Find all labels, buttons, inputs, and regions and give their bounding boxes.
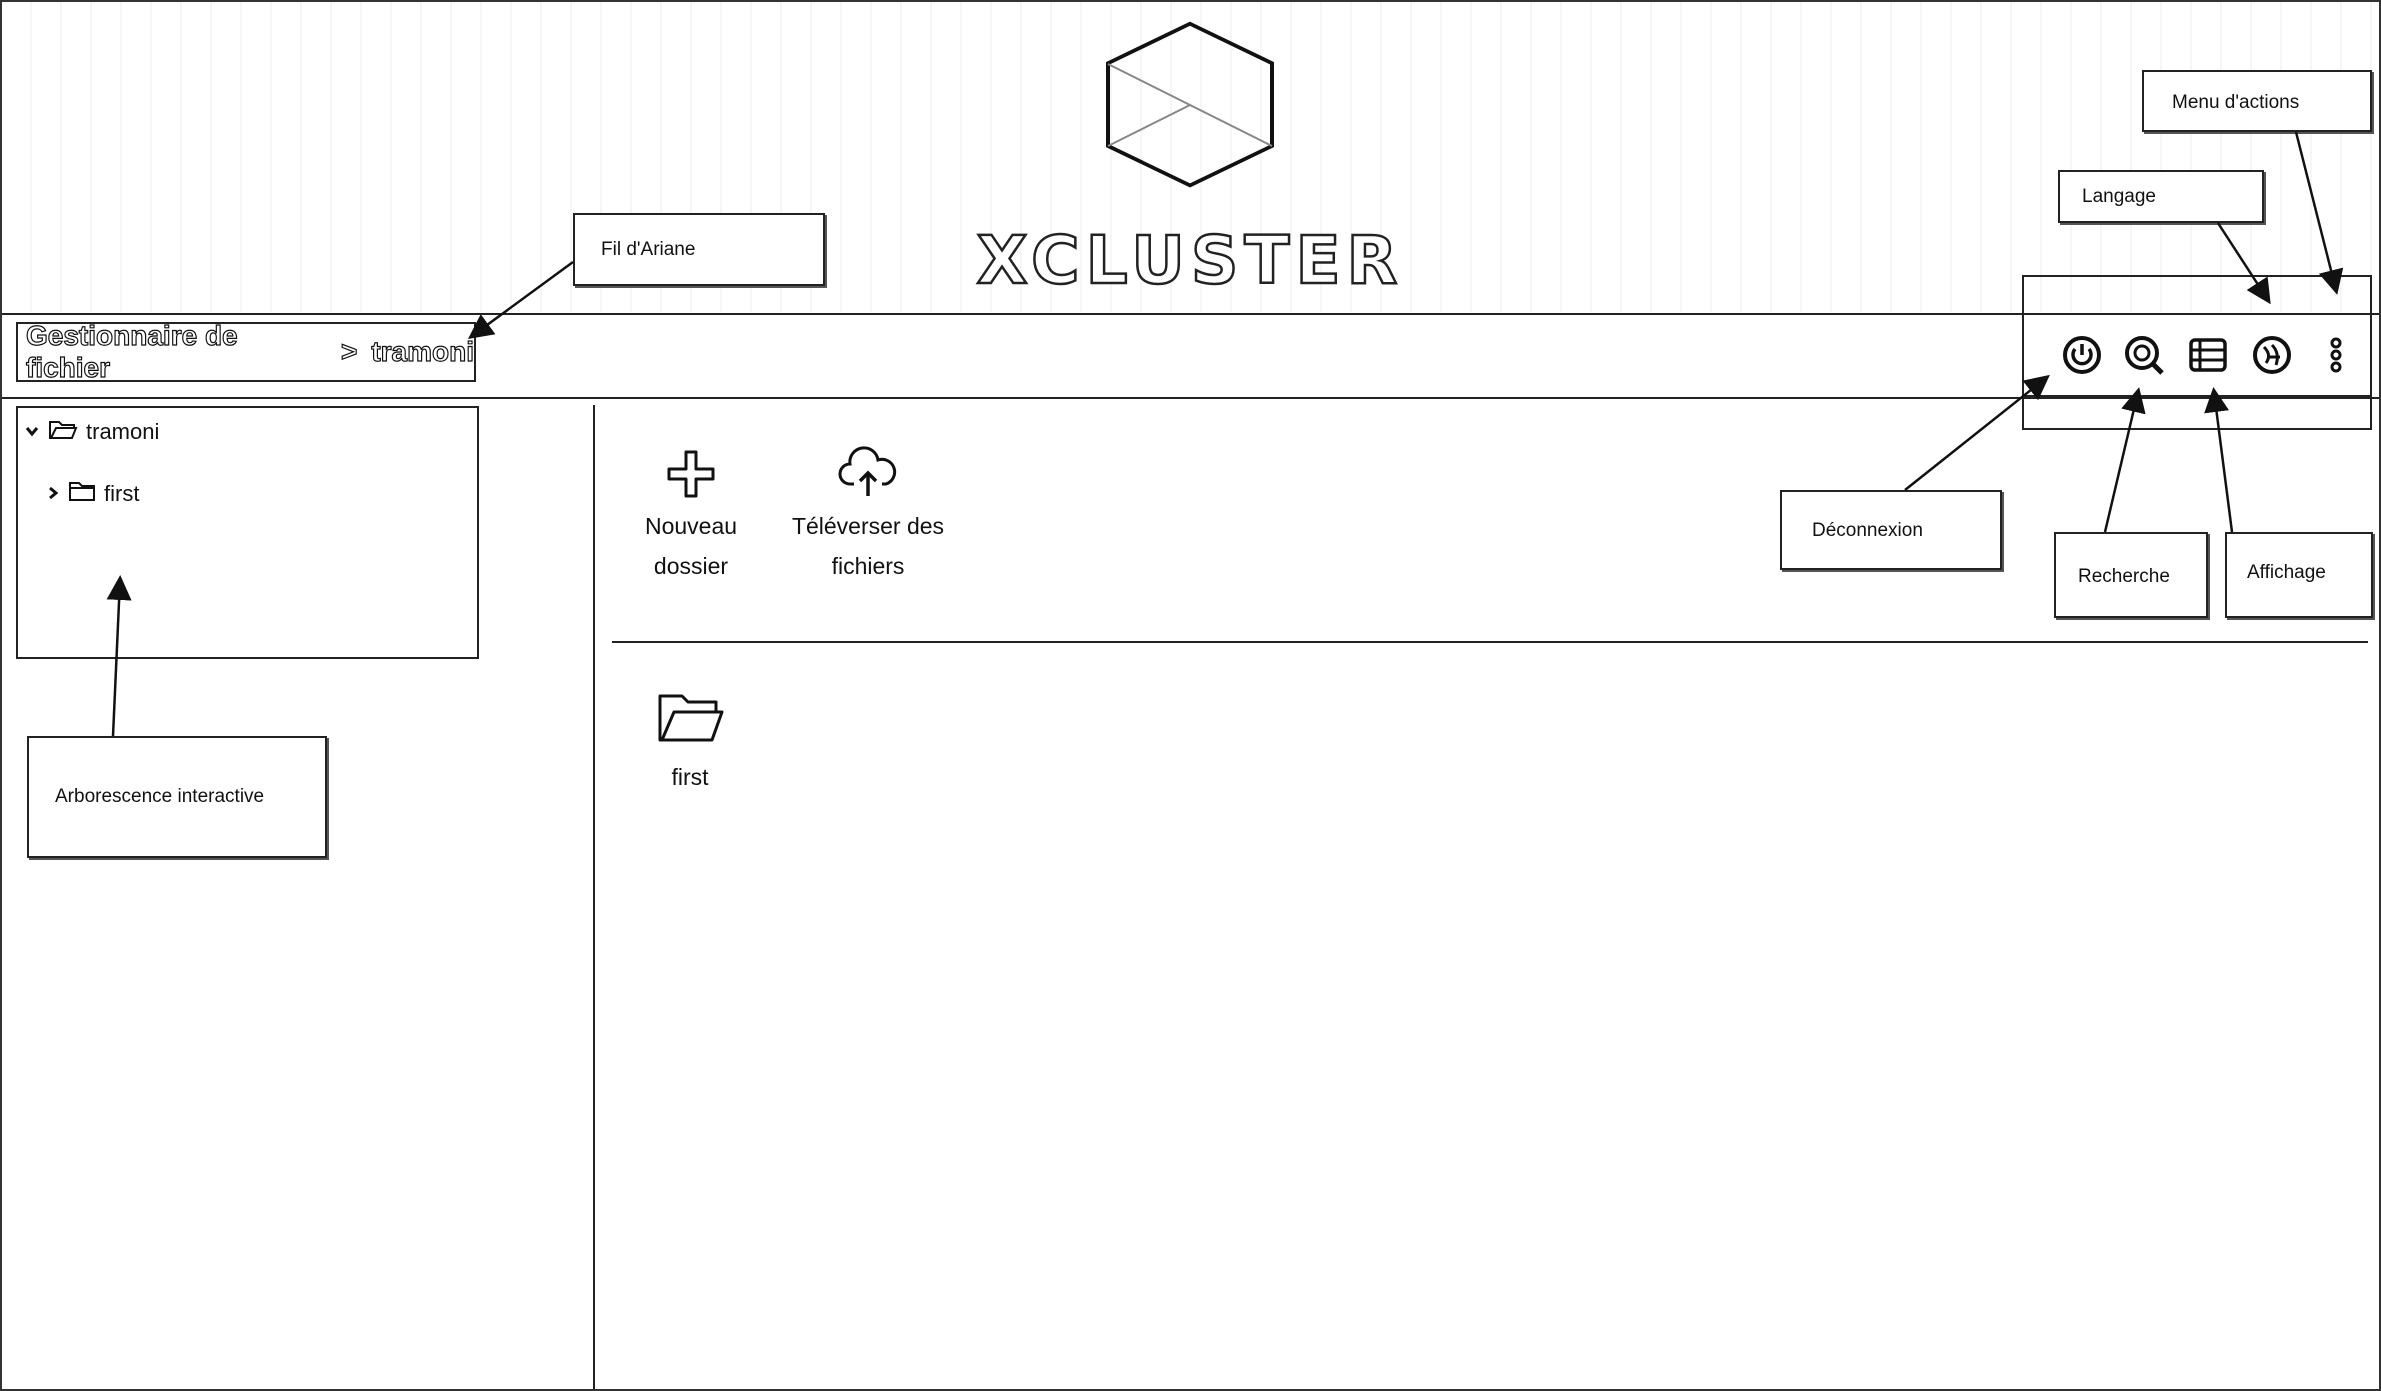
xcluster-logo-icon xyxy=(1100,20,1280,190)
callout-action-menu: Menu d'actions xyxy=(2142,70,2372,132)
new-folder-label-1: Nouveau xyxy=(644,513,738,539)
callout-text: Menu d'actions xyxy=(2172,92,2300,113)
power-icon[interactable] xyxy=(2060,333,2104,377)
actions-divider xyxy=(612,641,2368,643)
callout-display: Affichage xyxy=(2225,532,2373,618)
search-icon[interactable] xyxy=(2122,333,2166,377)
callout-text: Recherche xyxy=(2078,566,2170,587)
callout-logout: Déconnexion xyxy=(1780,490,2002,570)
upload-files-button[interactable]: Téléverser des fichiers xyxy=(778,446,958,586)
folder-open-icon xyxy=(640,690,740,754)
breadcrumb-separator: > xyxy=(340,335,358,367)
callout-tree: Arborescence interactive xyxy=(27,736,327,858)
more-vert-icon[interactable] xyxy=(2314,333,2358,377)
plus-icon xyxy=(621,446,761,506)
tree-item-label: tramoni xyxy=(86,419,160,444)
list-view-icon[interactable] xyxy=(2186,333,2230,377)
callout-breadcrumb: Fil d'Ariane xyxy=(573,213,825,286)
sidebar-divider xyxy=(593,405,595,1389)
new-folder-button[interactable]: Nouveau dossier xyxy=(621,446,761,586)
upload-label-1: Téléverser des xyxy=(791,513,945,539)
upload-label-2: fichiers xyxy=(831,553,905,579)
folder-icon xyxy=(68,480,96,508)
callout-language: Langage xyxy=(2058,170,2264,223)
tree-item-label: first xyxy=(104,481,140,506)
chevron-down-icon[interactable] xyxy=(24,419,40,445)
breadcrumb-current[interactable]: tramoni xyxy=(371,335,475,368)
callout-text: Langage xyxy=(2082,186,2156,207)
callout-search: Recherche xyxy=(2054,532,2208,618)
tree-item-root[interactable]: tramoni xyxy=(24,418,159,446)
callout-text: Affichage xyxy=(2247,562,2326,583)
callout-text: Arborescence interactive xyxy=(55,786,265,807)
new-folder-label-2: dossier xyxy=(653,553,729,579)
action-toolbar xyxy=(2022,275,2372,430)
tree-item-first[interactable]: first xyxy=(46,480,139,508)
callout-text: Fil d'Ariane xyxy=(601,239,696,260)
file-item-first[interactable]: first xyxy=(640,690,740,791)
language-icon[interactable] xyxy=(2250,333,2294,377)
breadcrumb-root[interactable]: Gestionnaire de fichier xyxy=(25,319,327,384)
file-item-label: first xyxy=(671,764,709,790)
cloud-upload-icon xyxy=(778,446,958,506)
breadcrumb: Gestionnaire de fichier > tramoni xyxy=(16,319,476,384)
chevron-right-icon[interactable] xyxy=(46,481,60,507)
brand-name: XCLUSTER xyxy=(975,221,1404,301)
callout-text: Déconnexion xyxy=(1812,520,1923,541)
toolbar-underline xyxy=(2024,395,2370,397)
folder-open-icon xyxy=(48,418,78,446)
